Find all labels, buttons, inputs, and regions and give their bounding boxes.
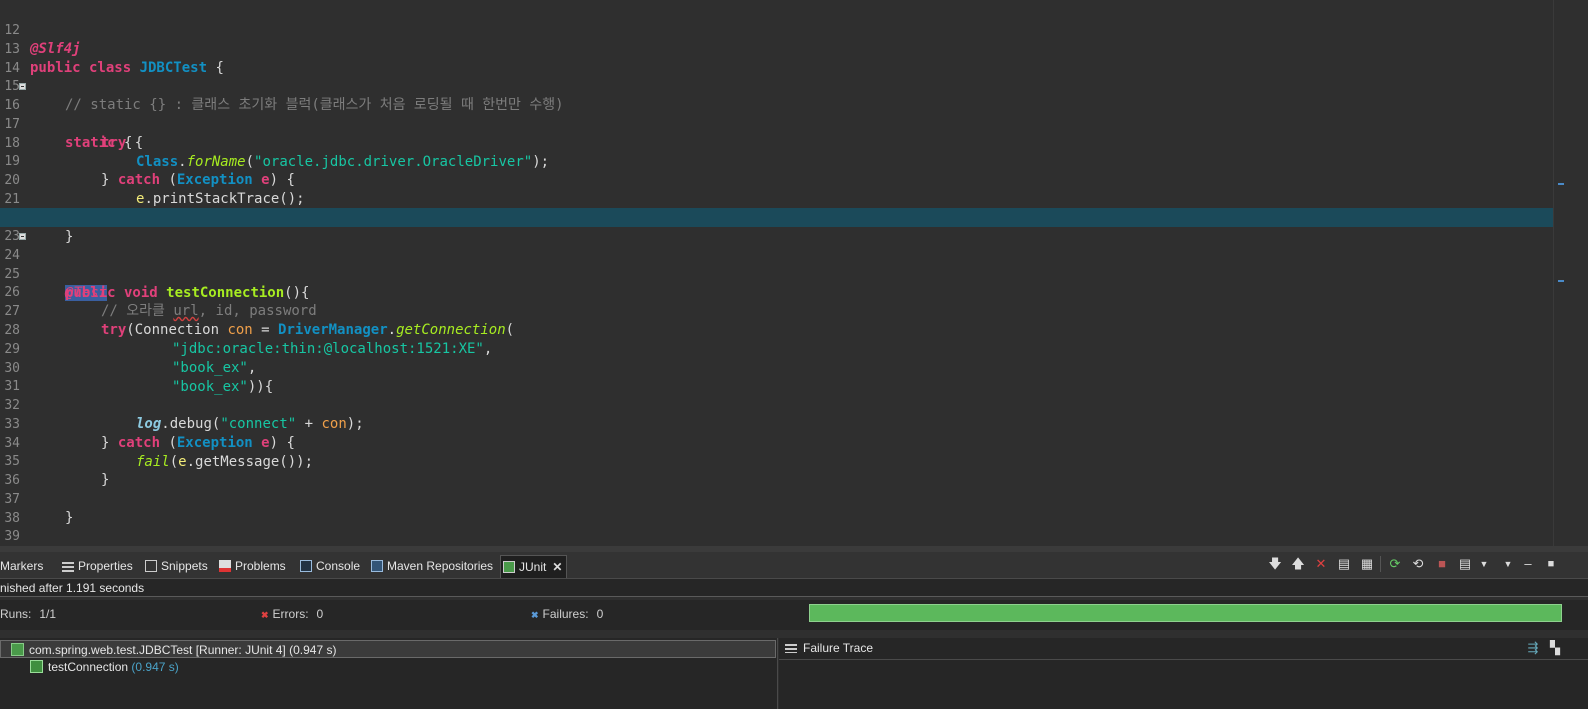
code-line: 21 }: [0, 171, 1572, 226]
code-line: 32 log.debug("connect" + con);: [0, 377, 1572, 432]
next-failure-icon[interactable]: 🡇: [1267, 556, 1283, 572]
tab-label: Snippets: [161, 559, 208, 573]
code-line: 28 "jdbc:oracle:thin:@localhost:1521:XE"…: [0, 302, 1572, 357]
code-line: 18 Class.forName("oracle.jdbc.driver.Ora…: [0, 115, 1572, 170]
layout-icon[interactable]: ▦: [1359, 556, 1375, 572]
code-line: 34 fail(e.getMessage());: [0, 415, 1572, 470]
test-name: testConnection: [48, 660, 129, 674]
code-line: 13 public class JDBCTest {: [0, 21, 1572, 76]
code-line: 30 "book_ex")){: [0, 340, 1572, 395]
scroll-lock-icon[interactable]: ▤: [1336, 556, 1352, 572]
code-line: 20 e.printStackTrace();: [0, 152, 1572, 207]
code-line: 35 }: [0, 433, 1572, 488]
test-time: (0.947 s): [131, 660, 179, 674]
tab-problems[interactable]: Problems: [219, 555, 286, 577]
code-line: 12 @Slf4j: [0, 2, 1572, 57]
show-failures-only-icon[interactable]: ✕: [1313, 556, 1329, 572]
failure-trace-title: Failure Trace: [803, 641, 874, 655]
code-line: 38: [0, 490, 1572, 526]
filter-stack-icon[interactable]: ⇶: [1525, 640, 1541, 656]
stop-icon[interactable]: ■: [1434, 556, 1450, 572]
compare-result-icon[interactable]: ▚: [1547, 640, 1563, 656]
code-line: 29 "book_ex",: [0, 321, 1572, 376]
divider: [0, 596, 1588, 597]
code-line: 36: [0, 452, 1572, 488]
maximize-icon[interactable]: ■: [1543, 556, 1559, 572]
code-line: 14: [0, 40, 1572, 76]
failures-counter: ✖ Failures: 0: [531, 607, 604, 621]
tab-markers[interactable]: Markers: [0, 555, 43, 577]
chevron-down-icon[interactable]: ▼: [1476, 556, 1492, 572]
tab-label: Problems: [235, 559, 286, 573]
code-line: 19 } catch (Exception e) {: [0, 133, 1572, 188]
tab-junit[interactable]: JUnit ✕: [500, 555, 568, 578]
minimize-icon[interactable]: –: [1520, 556, 1536, 572]
tree-row-suite[interactable]: com.spring.web.test.JDBCTest [Runner: JU…: [0, 640, 776, 658]
junit-icon: [503, 561, 515, 573]
toolbar-separator: [1380, 556, 1381, 572]
collapse-icon[interactable]: [19, 83, 26, 90]
current-line-highlight: 23: [0, 208, 1553, 244]
code-line: 31: [0, 358, 1572, 394]
tab-snippets[interactable]: Snippets: [145, 555, 208, 577]
code-line: 24 @Test: [0, 227, 1572, 301]
code-line: 39 }: [0, 508, 1572, 544]
code-line: 22 }: [0, 190, 1572, 245]
test-pass-icon: [30, 660, 43, 673]
code-line: 26 // 오라클 url, id, password: [0, 264, 1572, 319]
collapse-icon[interactable]: [19, 233, 26, 240]
tab-console[interactable]: Console: [300, 555, 360, 577]
code-line: 33 } catch (Exception e) {: [0, 396, 1572, 451]
junit-status-bar: nished after 1.191 seconds: [0, 579, 1588, 597]
problems-icon: [219, 560, 231, 572]
tab-label: Console: [316, 559, 361, 573]
errors-counter: ✖ Errors: 0: [261, 607, 324, 621]
code-line: 40: [0, 527, 1572, 546]
rerun-test-icon[interactable]: ⟳: [1387, 556, 1403, 572]
code-line: 25 public void testConnection(){: [0, 246, 1572, 301]
error-icon: ✖: [261, 610, 269, 620]
view-menu-icon[interactable]: ▼: [1500, 556, 1516, 572]
failure-icon: ✖: [531, 610, 539, 620]
tab-label: JUnit: [519, 560, 547, 574]
tab-label: Maven Repositories: [387, 559, 494, 573]
code-line: 17 try {: [0, 96, 1572, 151]
code-line: 16 static {: [0, 77, 1572, 151]
tab-maven-repositories[interactable]: Maven Repositories: [371, 555, 493, 577]
rerun-failed-first-icon[interactable]: ⟲: [1410, 556, 1426, 572]
console-icon: [300, 560, 312, 572]
runs-counter: Runs: 1/1: [0, 607, 57, 621]
test-suite-icon: [11, 643, 24, 656]
suite-label: com.spring.web.test.JDBCTest [Runner: JU…: [29, 643, 337, 657]
snippets-icon: [145, 560, 157, 572]
test-run-history-icon[interactable]: ▤: [1457, 556, 1473, 572]
stack-trace-icon: [785, 644, 797, 653]
maven-repositories-icon: [371, 560, 383, 572]
tab-label: Properties: [78, 559, 133, 573]
test-tree[interactable]: com.spring.web.test.JDBCTest [Runner: JU…: [0, 638, 778, 709]
properties-icon: [62, 560, 74, 572]
tab-label: Markers: [0, 559, 44, 573]
tree-row-test[interactable]: testConnection (0.947 s): [0, 658, 179, 676]
failure-trace-pane: Failure Trace ⇶ ▚: [779, 638, 1588, 709]
code-line: 15 // static {} : 클래스 초기화 블럭(클래스가 처음 로딩될…: [0, 58, 1572, 113]
code-editor[interactable]: 12 @Slf4j 13 public class JDBCTest { 14 …: [0, 0, 1588, 546]
failure-trace-header: Failure Trace: [779, 638, 1588, 660]
close-icon[interactable]: ✕: [552, 560, 562, 574]
run-status-text: nished after 1.191 seconds: [0, 581, 145, 595]
code-line: 37 }: [0, 471, 1572, 526]
tab-properties[interactable]: Properties: [62, 555, 133, 577]
code-line: 27 try(Connection con = DriverManager.ge…: [0, 283, 1572, 338]
test-progress-bar: [809, 604, 1562, 622]
previous-failure-icon[interactable]: 🡅: [1290, 556, 1306, 572]
